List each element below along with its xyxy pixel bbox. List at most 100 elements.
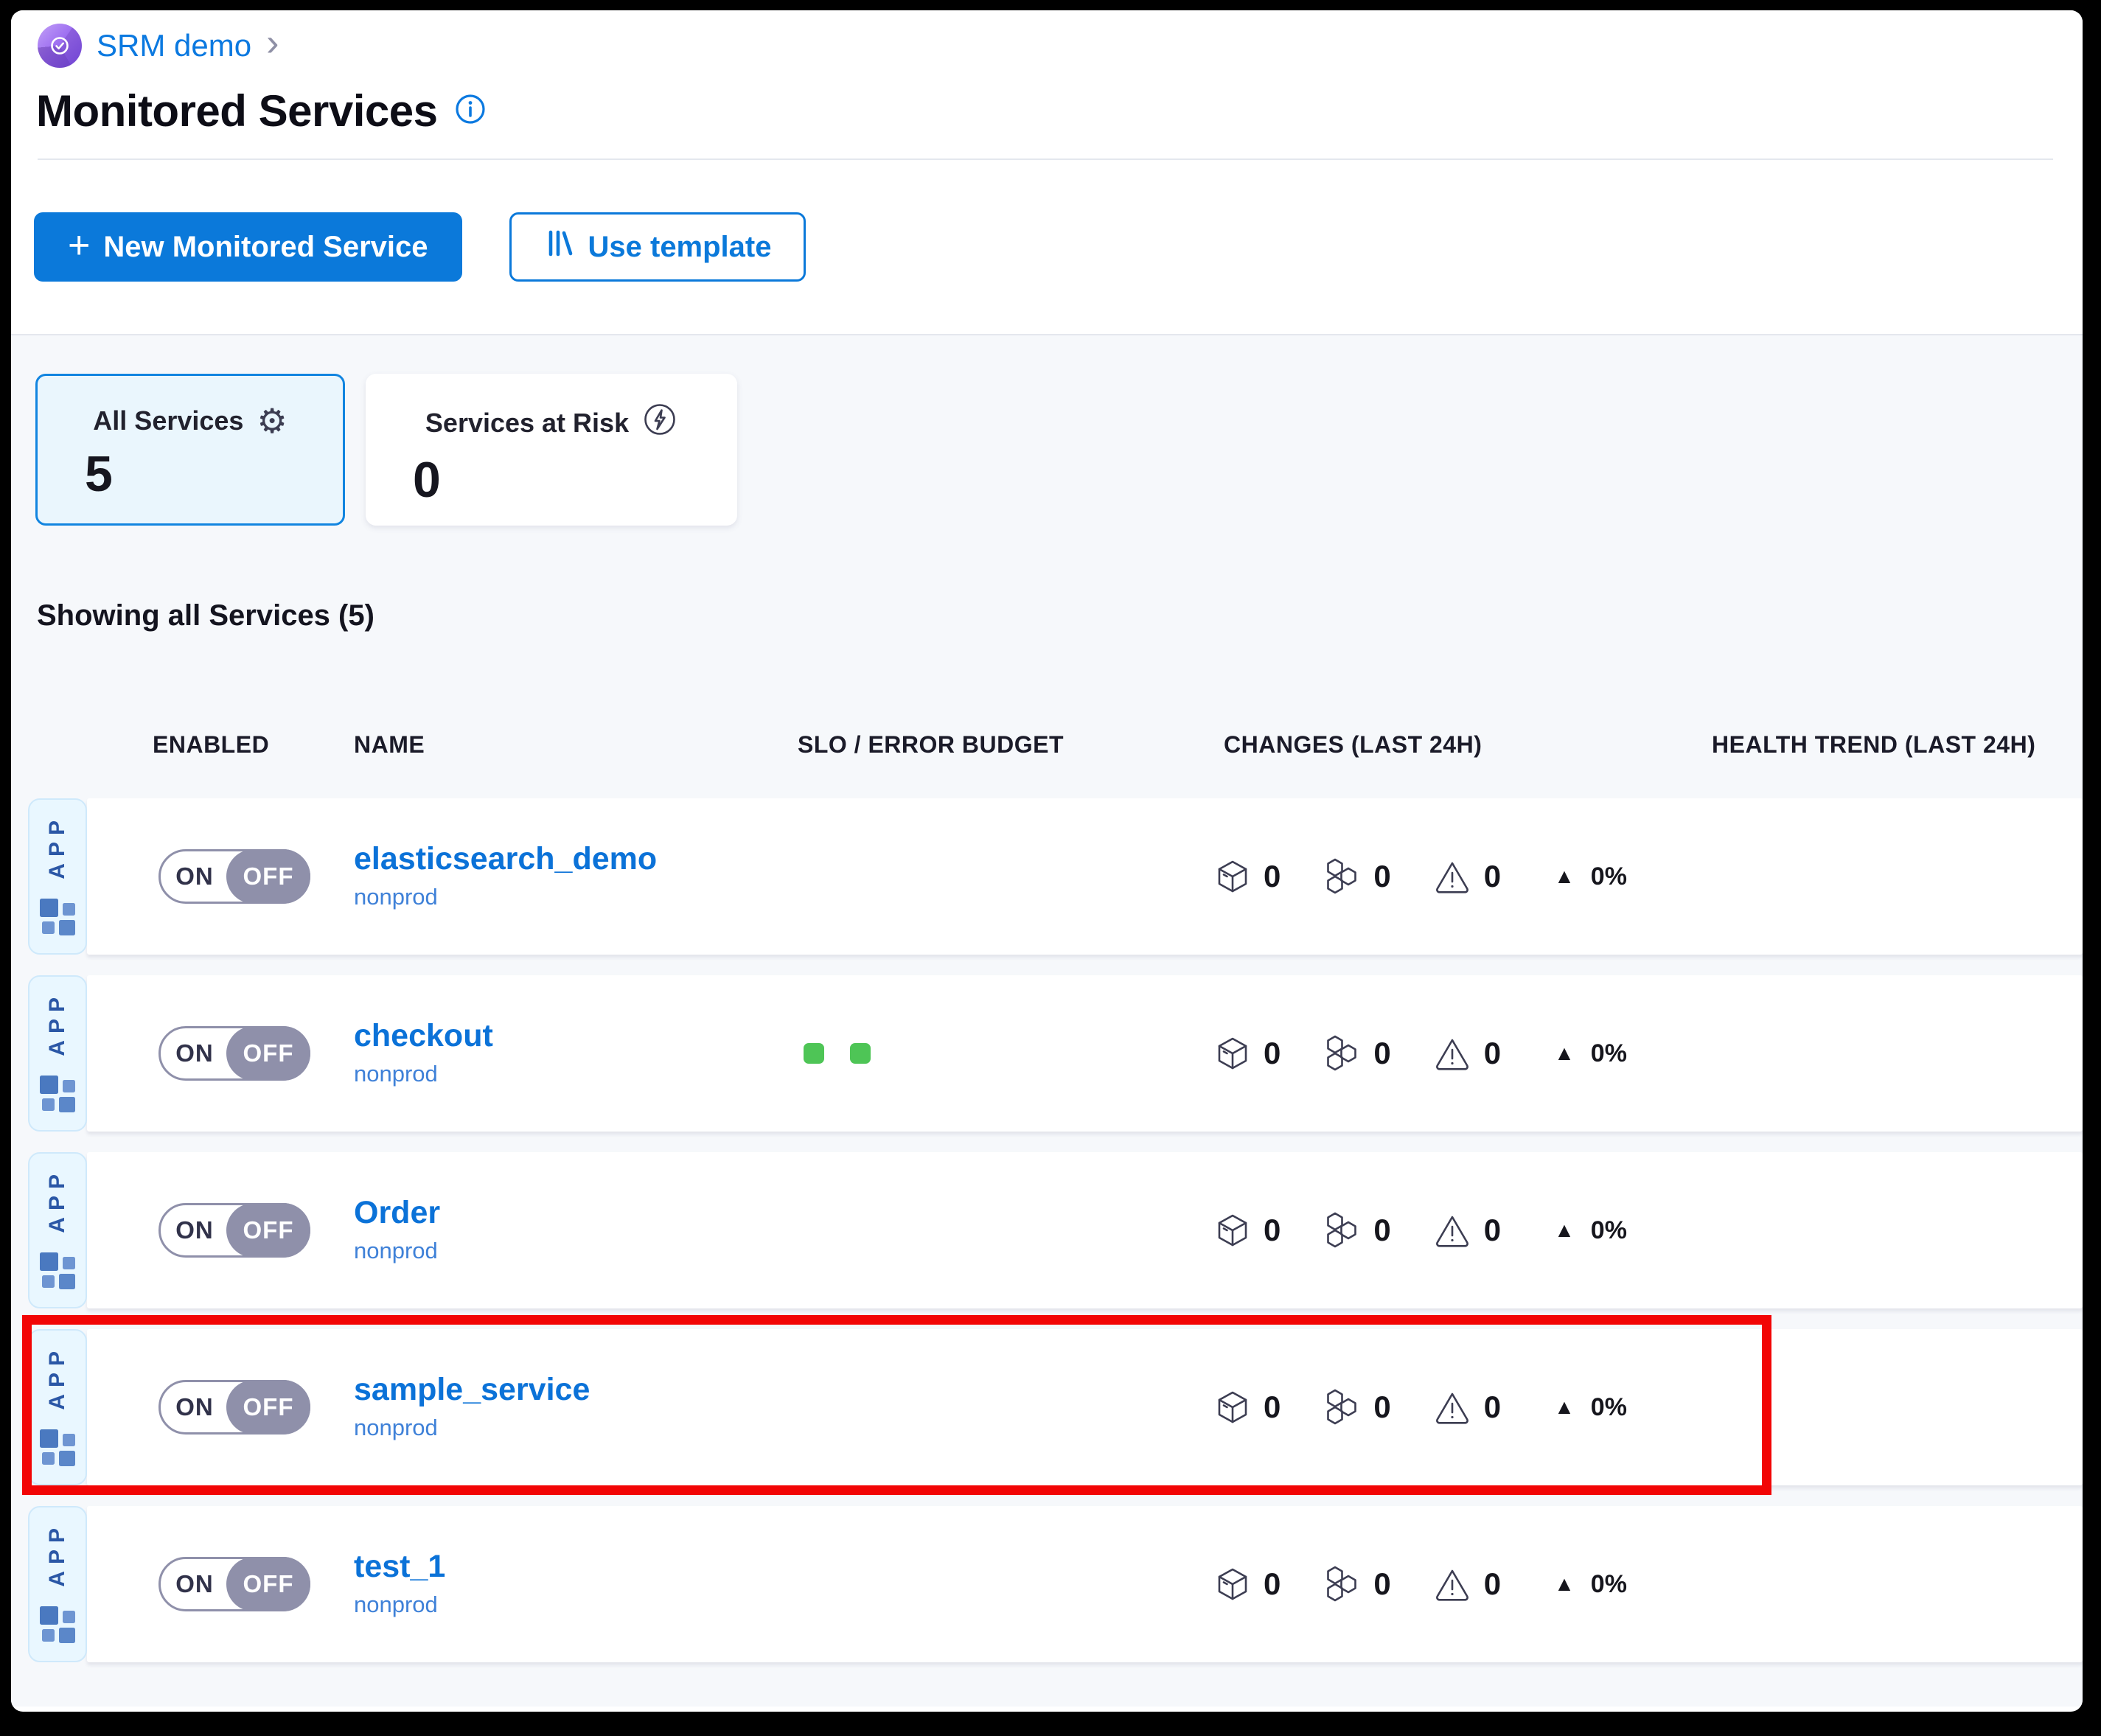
deployments-count: 0 bbox=[1215, 859, 1281, 894]
app-tag-label: APP bbox=[46, 991, 69, 1056]
service-name-link[interactable]: elasticsearch_demo bbox=[354, 843, 657, 876]
page-header: SRM demo › Monitored Services bbox=[11, 10, 2083, 160]
enabled-toggle[interactable]: ON OFF bbox=[158, 1557, 310, 1611]
app-grid-icon bbox=[38, 1605, 77, 1647]
service-name-cell: sample_service nonprod bbox=[354, 1329, 590, 1485]
summary-cards: All Services ⚙︎ 5 Services at Risk 0 bbox=[11, 335, 2083, 526]
service-name-link[interactable]: test_1 bbox=[354, 1550, 445, 1583]
warning-triangle-icon bbox=[1434, 1035, 1471, 1072]
health-trend-cell bbox=[1724, 975, 2083, 1132]
toggle-on-label: ON bbox=[161, 851, 229, 902]
toggle-off-label: OFF bbox=[226, 849, 310, 904]
enabled-toggle[interactable]: ON OFF bbox=[158, 849, 310, 904]
health-trend-cell bbox=[1724, 1506, 2083, 1662]
service-row: APP ON OFF sample_service nonprod bbox=[28, 1329, 2083, 1485]
deployments-count: 0 bbox=[1215, 1213, 1281, 1248]
toggle-off-label: OFF bbox=[226, 1380, 310, 1435]
service-name-cell: Order nonprod bbox=[354, 1152, 440, 1308]
health-change-percent: ▲ 0% bbox=[1554, 862, 1627, 891]
service-environment: nonprod bbox=[354, 1061, 493, 1087]
warning-triangle-icon bbox=[1434, 1212, 1471, 1249]
column-slo: SLO / ERROR BUDGET bbox=[798, 731, 1064, 759]
template-library-icon bbox=[544, 228, 575, 266]
table-header-row: ENABLED NAME SLO / ERROR BUDGET CHANGES … bbox=[11, 731, 2083, 761]
service-environment: nonprod bbox=[354, 1592, 445, 1618]
all-services-label: All Services bbox=[93, 405, 243, 436]
app-grid-icon bbox=[38, 1074, 77, 1116]
app-type-tab: APP bbox=[28, 1329, 87, 1485]
use-template-button[interactable]: Use template bbox=[509, 212, 806, 282]
breadcrumb: SRM demo › bbox=[38, 19, 2053, 72]
new-monitored-service-button[interactable]: + New Monitored Service bbox=[34, 212, 462, 282]
incidents-count: 0 bbox=[1434, 1389, 1501, 1426]
page-title: Monitored Services bbox=[36, 86, 438, 136]
incidents-count: 0 bbox=[1434, 1035, 1501, 1072]
services-at-risk-card[interactable]: Services at Risk 0 bbox=[366, 374, 737, 526]
app-type-tab: APP bbox=[28, 975, 87, 1132]
all-services-count: 5 bbox=[85, 445, 343, 503]
app-tag-label: APP bbox=[46, 814, 69, 879]
deployments-count: 0 bbox=[1215, 1390, 1281, 1425]
toggle-on-label: ON bbox=[161, 1382, 229, 1432]
service-row-card: ON OFF checkout nonprod bbox=[87, 975, 2083, 1132]
health-trend-cell bbox=[1724, 1329, 2083, 1485]
trend-up-triangle-icon: ▲ bbox=[1554, 1574, 1575, 1594]
infrastructure-count: 0 bbox=[1323, 1389, 1390, 1426]
column-enabled: ENABLED bbox=[153, 731, 269, 759]
app-type-tab: APP bbox=[28, 1506, 87, 1662]
toggle-off-label: OFF bbox=[226, 1557, 310, 1611]
service-name-link[interactable]: checkout bbox=[354, 1019, 493, 1053]
srm-project-logo-icon bbox=[38, 24, 82, 68]
infrastructure-hexagons-icon bbox=[1323, 1566, 1360, 1603]
service-name-link[interactable]: sample_service bbox=[354, 1373, 590, 1406]
service-row-card: ON OFF elasticsearch_demo nonprod bbox=[87, 798, 2083, 955]
app-grid-icon bbox=[38, 897, 77, 939]
infrastructure-count: 0 bbox=[1323, 1566, 1390, 1603]
app-tag-label: APP bbox=[46, 1168, 69, 1233]
toggle-off-label: OFF bbox=[226, 1203, 310, 1258]
enabled-toggle[interactable]: ON OFF bbox=[158, 1026, 310, 1081]
trend-up-triangle-icon: ▲ bbox=[1554, 866, 1575, 887]
enabled-toggle[interactable]: ON OFF bbox=[158, 1203, 310, 1258]
incidents-count: 0 bbox=[1434, 1566, 1501, 1603]
info-icon[interactable] bbox=[454, 93, 487, 129]
deployment-cube-icon bbox=[1215, 1390, 1250, 1425]
changes-cell: 0 0 bbox=[1215, 1152, 1627, 1308]
changes-cell: 0 0 bbox=[1215, 1329, 1627, 1485]
service-row-card: ON OFF sample_service nonprod bbox=[87, 1329, 2083, 1485]
all-services-card[interactable]: All Services ⚙︎ 5 bbox=[35, 374, 345, 526]
health-change-percent: ▲ 0% bbox=[1554, 1393, 1627, 1422]
app-window: SRM demo › Monitored Services + New Moni… bbox=[11, 10, 2083, 1712]
slo-budget-block bbox=[804, 1043, 824, 1064]
service-row: APP ON OFF Order nonprod bbox=[28, 1152, 2083, 1308]
toggle-on-label: ON bbox=[161, 1559, 229, 1609]
deployment-cube-icon bbox=[1215, 859, 1250, 894]
health-change-percent: ▲ 0% bbox=[1554, 1039, 1627, 1068]
warning-triangle-icon bbox=[1434, 1566, 1471, 1603]
enabled-toggle[interactable]: ON OFF bbox=[158, 1380, 310, 1435]
gear-icon: ⚙︎ bbox=[257, 404, 287, 438]
deployment-cube-icon bbox=[1215, 1213, 1250, 1248]
breadcrumb-project-link[interactable]: SRM demo bbox=[97, 28, 251, 63]
changes-cell: 0 0 bbox=[1215, 798, 1627, 955]
service-name-link[interactable]: Order bbox=[354, 1196, 440, 1230]
app-grid-icon bbox=[38, 1428, 77, 1470]
service-environment: nonprod bbox=[354, 1415, 590, 1441]
infrastructure-hexagons-icon bbox=[1323, 1035, 1360, 1072]
column-changes: CHANGES (LAST 24H) bbox=[1224, 731, 1482, 759]
service-name-cell: elasticsearch_demo nonprod bbox=[354, 798, 657, 955]
infrastructure-hexagons-icon bbox=[1323, 1389, 1360, 1426]
service-environment: nonprod bbox=[354, 884, 657, 910]
chevron-right-icon: › bbox=[266, 24, 279, 62]
slo-error-budget-cell bbox=[804, 975, 871, 1132]
toggle-on-label: ON bbox=[161, 1028, 229, 1078]
service-name-cell: test_1 nonprod bbox=[354, 1506, 445, 1662]
health-trend-cell bbox=[1724, 798, 2083, 955]
services-at-risk-label: Services at Risk bbox=[425, 408, 629, 439]
deployments-count: 0 bbox=[1215, 1036, 1281, 1071]
service-row-card: ON OFF Order nonprod bbox=[87, 1152, 2083, 1308]
bolt-icon bbox=[642, 402, 677, 444]
service-environment: nonprod bbox=[354, 1238, 440, 1264]
deployments-count: 0 bbox=[1215, 1566, 1281, 1602]
column-name: NAME bbox=[354, 731, 425, 759]
